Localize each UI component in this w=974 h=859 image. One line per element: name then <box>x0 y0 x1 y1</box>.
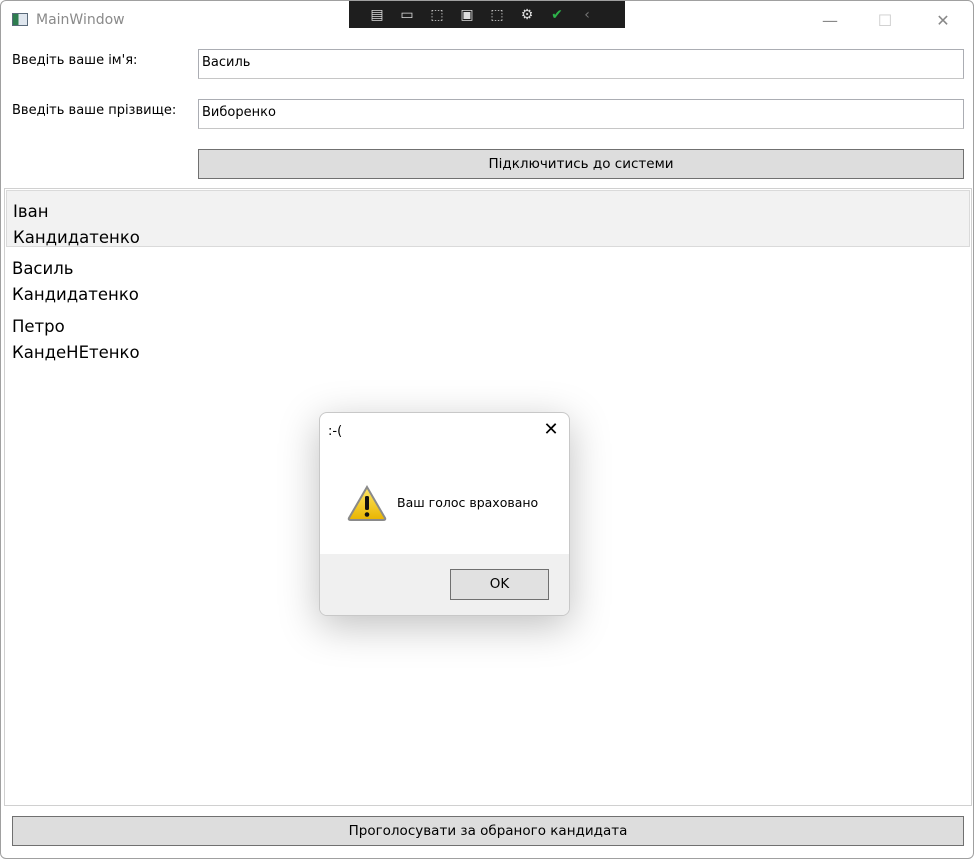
list-item[interactable]: Петро КандеНЕтенко <box>6 306 970 363</box>
app-icon <box>12 13 28 26</box>
last-name-label: Введіть ваше прізвище: <box>12 103 177 118</box>
binding-check-icon[interactable]: ✔ <box>545 7 569 23</box>
candidate-first-name: Петро <box>12 317 65 336</box>
record-icon[interactable]: ▭ <box>395 7 419 23</box>
candidate-first-name: Василь <box>12 259 74 278</box>
candidate-first-name: Іван <box>13 202 49 221</box>
ok-button[interactable]: OK <box>450 569 549 600</box>
dialog-close-button[interactable]: ✕ <box>538 419 564 440</box>
select-element-icon[interactable]: ⬚ <box>425 7 449 23</box>
debug-toolbar: ▤ ▭ ⬚ ▣ ⬚ ⚙ ✔ ‹ <box>349 1 625 28</box>
first-name-input[interactable]: Василь <box>198 49 964 79</box>
vote-button[interactable]: Проголосувати за обраного кандидата <box>12 816 964 846</box>
candidate-last-name: КандеНЕтенко <box>12 343 140 362</box>
display-layout-adorners-icon[interactable]: ▣ <box>455 7 479 23</box>
maximize-button[interactable]: ☐ <box>862 7 908 35</box>
window-title: MainWindow <box>36 12 125 28</box>
track-focus-icon[interactable]: ⬚ <box>485 7 509 23</box>
last-name-input[interactable]: Виборенко <box>198 99 964 129</box>
message-dialog: :-( ✕ Ваш голос враховано OK <box>319 412 570 616</box>
dialog-footer: OK <box>320 554 569 615</box>
main-window: MainWindow ▤ ▭ ⬚ ▣ ⬚ ⚙ ✔ ‹ — ☐ ✕ Введіть… <box>0 0 974 859</box>
minimize-button[interactable]: — <box>807 7 853 35</box>
list-item[interactable]: Василь Кандидатенко <box>6 248 970 305</box>
hot-reload-icon[interactable]: ⚙ <box>515 7 539 23</box>
list-item[interactable]: Іван Кандидатенко <box>6 190 970 247</box>
close-button[interactable]: ✕ <box>920 7 966 35</box>
dialog-title: :-( <box>328 424 343 439</box>
collapse-icon[interactable]: ‹ <box>575 7 599 23</box>
first-name-label: Введіть ваше ім'я: <box>12 53 138 68</box>
connect-button[interactable]: Підключитись до системи <box>198 149 964 179</box>
live-visual-tree-icon[interactable]: ▤ <box>365 7 389 23</box>
candidate-last-name: Кандидатенко <box>12 285 139 304</box>
dialog-message: Ваш голос враховано <box>397 495 539 510</box>
warning-icon <box>347 485 387 521</box>
